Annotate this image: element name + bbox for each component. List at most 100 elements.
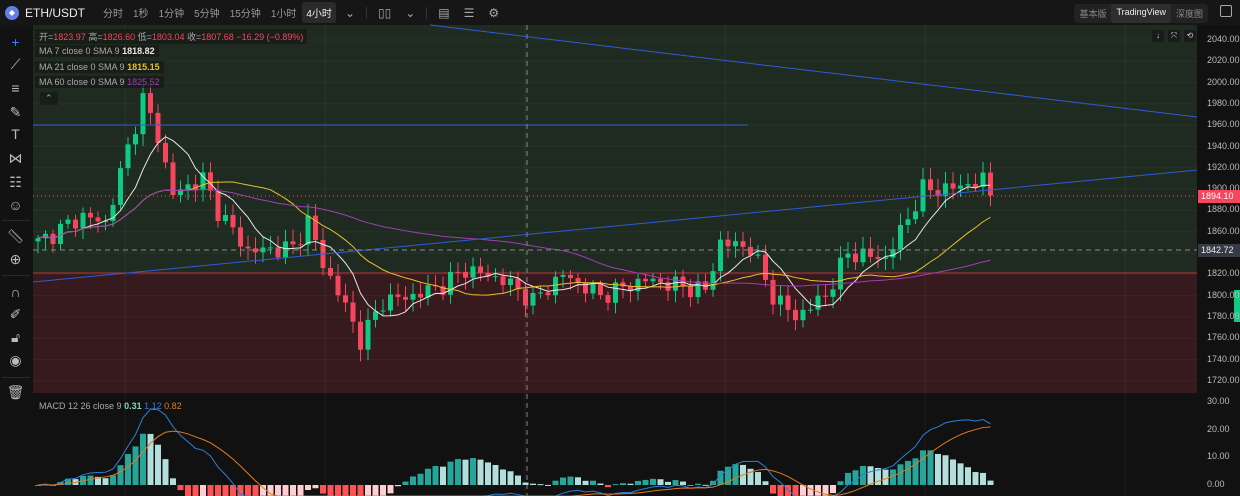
collapse-legend-button[interactable]: ⌃	[40, 92, 58, 105]
macd-histogram-bar	[500, 469, 506, 485]
candle-body	[403, 296, 408, 300]
macd-histogram-bar	[590, 480, 596, 485]
macd-histogram-bar	[117, 465, 124, 485]
ma21-label: MA 21 close 0 SMA 9	[39, 62, 125, 72]
macd-histogram-bar	[837, 481, 844, 485]
macd-histogram-bar	[492, 464, 499, 485]
candle-body	[470, 266, 476, 278]
refresh-icon[interactable]: ⟲	[1184, 30, 1196, 42]
ma60-legend[interactable]: MA 60 close 0 SMA 9 1825.52	[35, 76, 164, 88]
macd-histogram-bar	[530, 483, 536, 485]
candle-body	[755, 254, 761, 256]
price-tick: 1920.00	[1207, 161, 1240, 172]
candle-body	[118, 168, 123, 205]
candle-body	[305, 215, 311, 245]
candle-body	[845, 253, 851, 258]
macd-histogram-bar	[372, 485, 379, 496]
macd-histogram-bar	[462, 459, 469, 485]
candle-body	[980, 172, 986, 187]
candle-body	[838, 257, 843, 290]
candle-body	[673, 276, 678, 291]
macd-tick: 30.00	[1207, 396, 1230, 406]
candle-body	[95, 217, 101, 222]
candle-body	[215, 190, 221, 221]
high-label: 高=	[88, 32, 103, 42]
macd-histogram-bar	[605, 485, 611, 488]
macd-histogram-bar	[867, 466, 874, 485]
macd-histogram-bar	[305, 485, 311, 491]
macd-histogram-bar	[957, 463, 964, 485]
macd-histogram-bar	[350, 485, 356, 496]
candle-body	[605, 295, 611, 303]
macd-histogram-bar	[485, 462, 491, 485]
macd-histogram-bar	[537, 484, 544, 486]
macd-histogram-bar	[980, 472, 986, 485]
ma7-legend[interactable]: MA 7 close 0 SMA 9 1818.82	[35, 45, 159, 57]
open-value: 1823.97	[53, 32, 86, 42]
candle-body	[928, 179, 933, 191]
candle-body	[290, 241, 296, 245]
low-label: 低=	[137, 32, 152, 42]
ma7-value: 1818.82	[122, 46, 155, 56]
price-tick: 1880.00	[1207, 204, 1240, 215]
macd-histogram-bar	[282, 485, 289, 496]
candle-body	[913, 211, 918, 220]
collapse-icon[interactable]: ⤧	[1168, 30, 1180, 42]
candle-body	[515, 278, 521, 290]
macd-histogram-bar	[335, 485, 341, 496]
macd-histogram-bar	[927, 450, 934, 485]
candle-body	[643, 278, 648, 282]
candle-body	[583, 282, 588, 294]
candle-body	[763, 254, 768, 280]
candle-body	[298, 244, 303, 246]
candle-body	[793, 309, 798, 321]
candle-body	[365, 319, 371, 350]
macd-histogram-bar	[440, 466, 446, 485]
price-tick: 1800.00	[1207, 289, 1240, 300]
candle-body	[965, 184, 971, 186]
crosshair-price-tag: 1842.72	[1198, 244, 1240, 257]
ma7-label: MA 7 close 0 SMA 9	[39, 46, 120, 56]
price-tick: 2000.00	[1207, 76, 1240, 87]
arrow-down-icon[interactable]: ↓	[1152, 30, 1164, 42]
macd-histogram-bar	[410, 476, 416, 485]
candle-body	[478, 266, 483, 273]
macd-histogram-bar	[770, 485, 776, 494]
macd-histogram-bar	[665, 481, 671, 485]
ma21-legend[interactable]: MA 21 close 0 SMA 9 1815.15	[35, 61, 164, 73]
macd-histogram-bar	[110, 475, 116, 485]
candle-body	[853, 253, 858, 263]
macd-histogram-bar	[125, 454, 131, 485]
candle-body	[328, 268, 333, 276]
candle-body	[860, 248, 866, 263]
macd-histogram-bar	[447, 461, 454, 485]
macd-histogram-bar	[507, 471, 514, 485]
macd-histogram-bar	[177, 485, 184, 491]
candle-body	[500, 276, 506, 286]
candle-body	[88, 212, 93, 218]
macd-histogram-bar	[515, 475, 521, 485]
macd-histogram-bar	[680, 481, 686, 485]
candle-body	[530, 293, 536, 306]
macd-pane	[33, 397, 1197, 496]
macd-histogram-bar	[897, 464, 904, 485]
candle-body	[778, 295, 783, 305]
candle-body	[335, 275, 341, 296]
macd-histogram-bar	[755, 472, 761, 485]
change-value: −16.29 (−0.89%)	[236, 32, 304, 42]
candle-body	[388, 294, 393, 311]
candle-body	[575, 278, 581, 283]
macd-histogram-bar	[545, 484, 551, 486]
macd-histogram-bar	[852, 470, 859, 485]
price-tick: 1780.00	[1207, 310, 1240, 321]
candle-body	[125, 144, 131, 169]
price-chart[interactable]	[0, 0, 1240, 496]
candle-body	[493, 276, 498, 278]
candle-body	[358, 321, 363, 350]
macd-histogram-bar	[320, 485, 326, 494]
candle-body	[268, 247, 273, 249]
candle-body	[238, 227, 243, 247]
candle-body	[710, 271, 716, 290]
candle-body	[395, 294, 401, 297]
candle-body	[343, 295, 348, 303]
